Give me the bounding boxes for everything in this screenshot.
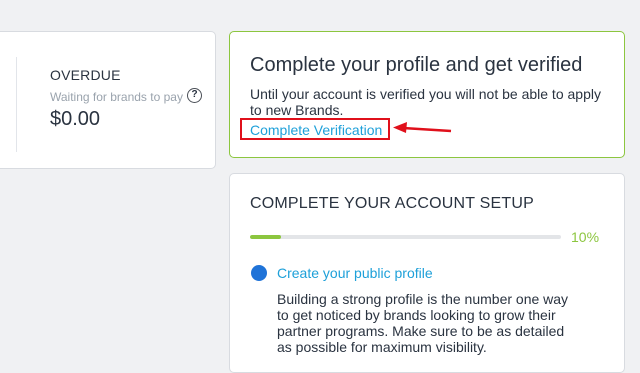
highlight-box: Complete Verification bbox=[240, 118, 390, 140]
public-profile-description: Building a strong profile is the number … bbox=[277, 291, 569, 355]
overdue-subtitle: Waiting for brands to pay bbox=[50, 90, 183, 104]
setup-progress-percent: 10% bbox=[571, 229, 600, 245]
annotation-arrow-icon bbox=[393, 122, 452, 133]
verification-description: Until your account is verified you will … bbox=[250, 86, 601, 118]
verification-title: Complete your profile and get verified bbox=[250, 54, 583, 76]
account-setup-title: COMPLETE YOUR ACCOUNT SETUP bbox=[250, 195, 534, 212]
setup-progress-bar bbox=[250, 235, 561, 239]
create-public-profile-link[interactable]: Create your public profile bbox=[277, 265, 433, 281]
help-icon[interactable]: ? bbox=[187, 88, 202, 103]
setup-progress-fill bbox=[250, 235, 282, 239]
complete-verification-link[interactable]: Complete Verification bbox=[250, 122, 382, 138]
card-divider bbox=[16, 57, 17, 152]
overdue-amount: $0.00 bbox=[50, 108, 101, 130]
overdue-card: OVERDUE Waiting for brands to pay ? $0.0… bbox=[0, 31, 216, 169]
verification-card: Complete your profile and get verified U… bbox=[229, 31, 625, 158]
blue-circle-icon bbox=[251, 265, 267, 281]
account-setup-card: COMPLETE YOUR ACCOUNT SETUP 10% Create y… bbox=[229, 173, 625, 373]
overdue-title: OVERDUE bbox=[50, 67, 121, 83]
